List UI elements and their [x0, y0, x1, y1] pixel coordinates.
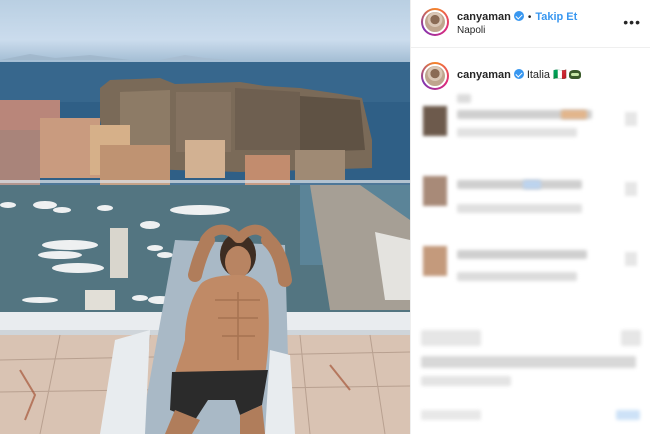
blurred-add-comment[interactable]	[421, 410, 481, 420]
car-emoji	[568, 70, 581, 79]
blurred-action-icons	[421, 330, 481, 346]
avatar-image	[423, 64, 447, 88]
post-header: canyaman • Takip Et Napoli •••	[411, 0, 650, 48]
photo-scene	[0, 54, 410, 434]
blurred-bookmark-icon	[621, 330, 641, 346]
caption: canyaman Italia 🇮🇹	[411, 60, 650, 90]
blurred-text	[457, 180, 582, 189]
avatar-image	[423, 10, 447, 34]
caption-username-link[interactable]: canyaman	[457, 69, 511, 81]
blurred-comment	[411, 92, 650, 152]
heart-icon[interactable]	[625, 252, 637, 266]
post-photo[interactable]	[0, 0, 410, 434]
post-side-panel: canyaman • Takip Et Napoli ••• canyaman Ita…	[410, 0, 650, 434]
blurred-text	[561, 110, 587, 119]
username-link[interactable]: canyaman	[457, 11, 511, 23]
follow-button[interactable]: Takip Et	[535, 11, 577, 23]
blurred-avatar	[423, 246, 447, 276]
header-name-row: canyaman • Takip Et	[457, 11, 577, 23]
blurred-text	[421, 356, 636, 368]
blurred-post-button[interactable]	[616, 410, 640, 420]
blurred-text	[457, 94, 471, 103]
blurred-text	[457, 128, 577, 137]
verified-badge-icon	[513, 69, 524, 79]
blurred-text	[457, 250, 587, 259]
blurred-avatar	[423, 176, 447, 206]
blurred-text	[457, 204, 582, 213]
blurred-text	[421, 376, 511, 386]
avatar[interactable]	[421, 8, 449, 36]
blurred-comment	[411, 238, 650, 298]
heart-icon[interactable]	[625, 112, 637, 126]
caption-avatar[interactable]	[421, 62, 449, 90]
heart-icon[interactable]	[625, 182, 637, 196]
location-link[interactable]: Napoli	[457, 25, 485, 36]
blurred-text	[457, 272, 577, 281]
separator-dot: •	[527, 12, 532, 23]
verified-badge-icon	[513, 11, 524, 21]
blurred-comment	[411, 168, 650, 228]
blurred-avatar	[423, 106, 447, 136]
blurred-text	[523, 180, 541, 189]
more-options-icon[interactable]: •••	[623, 14, 641, 30]
caption-body: Italia 🇮🇹	[526, 69, 567, 81]
caption-text-row: canyaman Italia 🇮🇹	[457, 68, 581, 81]
